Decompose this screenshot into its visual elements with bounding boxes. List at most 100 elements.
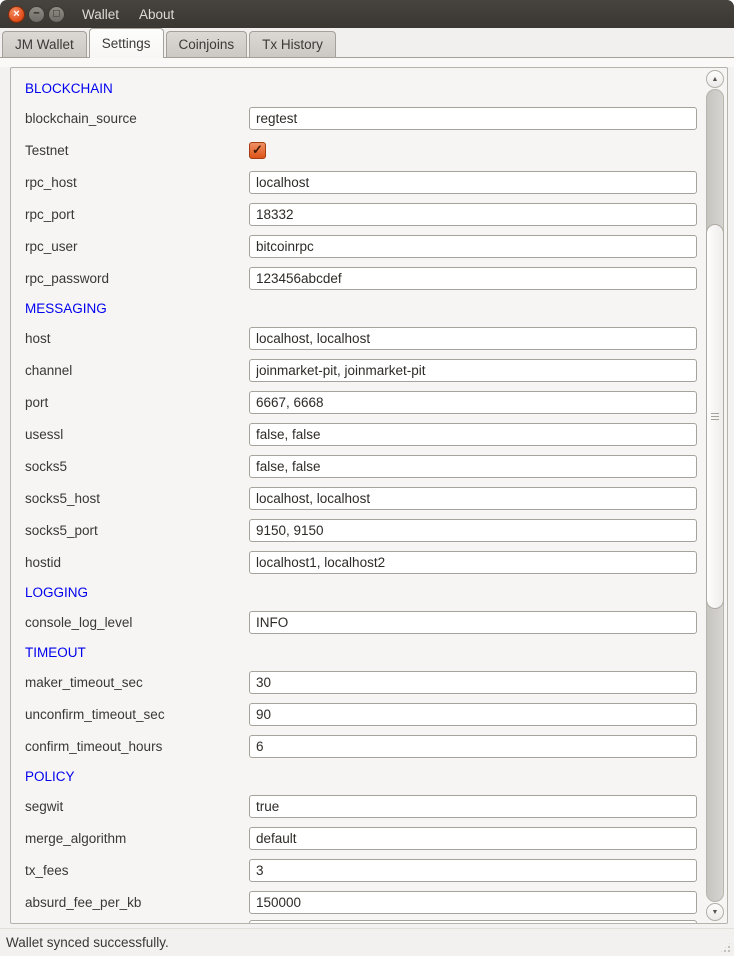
field-row: usessl <box>11 418 727 450</box>
field-row: merge_algorithm <box>11 822 727 854</box>
testnet-checkbox[interactable]: ✓ <box>249 142 266 159</box>
field-input-port[interactable] <box>249 391 697 414</box>
menu-about[interactable]: About <box>139 7 174 22</box>
field-input-usessl[interactable] <box>249 423 697 446</box>
field-input-rpc_user[interactable] <box>249 235 697 258</box>
minimize-button[interactable]: − <box>28 6 45 23</box>
field-row: absurd_fee_per_kb <box>11 886 727 918</box>
field-row: confirm_timeout_hours <box>11 730 727 762</box>
field-row: rpc_password <box>11 262 727 294</box>
app-window: × − □ Wallet About JM WalletSettingsCoin… <box>0 0 734 956</box>
maximize-icon: □ <box>53 8 60 19</box>
resize-grip-icon[interactable] <box>719 941 732 954</box>
field-input[interactable] <box>249 920 697 924</box>
menu-wallet[interactable]: Wallet <box>82 7 119 22</box>
field-label: rpc_port <box>25 207 249 222</box>
field-row: hostid <box>11 546 727 578</box>
tab-jm-wallet[interactable]: JM Wallet <box>2 31 87 57</box>
scroll-up-icon: ▲ <box>712 76 719 83</box>
scrollbar-grip-icon <box>711 416 719 417</box>
field-label: usessl <box>25 427 249 442</box>
tab-coinjoins[interactable]: Coinjoins <box>166 31 248 57</box>
section-header-policy: POLICY <box>11 762 727 790</box>
field-input-rpc_port[interactable] <box>249 203 697 226</box>
settings-scroll-area: BLOCKCHAIN blockchain_source Testnet✓ rpc_h… <box>10 67 728 924</box>
tab-bar: JM WalletSettingsCoinjoinsTx History <box>0 28 734 58</box>
menubar: Wallet About <box>82 7 174 22</box>
field-input-host[interactable] <box>249 327 697 350</box>
field-row: socks5 <box>11 450 727 482</box>
field-label: segwit <box>25 799 249 814</box>
field-row: Testnet✓ <box>11 134 727 166</box>
field-input-rpc_host[interactable] <box>249 171 697 194</box>
field-label: rpc_host <box>25 175 249 190</box>
field-input-socks5_port[interactable] <box>249 519 697 542</box>
field-input-channel[interactable] <box>249 359 697 382</box>
field-input-rpc_password[interactable] <box>249 267 697 290</box>
field-row: rpc_host <box>11 166 727 198</box>
field-label: rpc_user <box>25 239 249 254</box>
titlebar: × − □ Wallet About <box>0 0 734 28</box>
field-row: channel <box>11 354 727 386</box>
field-input-absurd_fee_per_kb[interactable] <box>249 891 697 914</box>
scrollbar-handle[interactable] <box>706 224 724 609</box>
field-label: absurd_fee_per_kb <box>25 895 249 910</box>
close-icon: × <box>13 9 19 20</box>
field-label: Testnet <box>25 143 249 158</box>
field-label: unconfirm_timeout_sec <box>25 707 249 722</box>
field-input-unconfirm_timeout_sec[interactable] <box>249 703 697 726</box>
field-label: blockchain_source <box>25 111 249 126</box>
field-row: blockchain_source <box>11 102 727 134</box>
field-input-confirm_timeout_hours[interactable] <box>249 735 697 758</box>
field-row: host <box>11 322 727 354</box>
field-input-tx_fees[interactable] <box>249 859 697 882</box>
maximize-button[interactable]: □ <box>48 6 65 23</box>
checkmark-icon: ✓ <box>252 142 263 158</box>
scrollbar-track[interactable] <box>706 89 724 902</box>
close-button[interactable]: × <box>8 6 25 23</box>
field-row: tx_fees <box>11 854 727 886</box>
tab-settings[interactable]: Settings <box>89 28 164 58</box>
field-label: rpc_password <box>25 271 249 286</box>
field-row: segwit <box>11 790 727 822</box>
field-row <box>11 918 727 924</box>
field-label: confirm_timeout_hours <box>25 739 249 754</box>
status-text: Wallet synced successfully. <box>6 935 169 950</box>
scroll-up-button[interactable]: ▲ <box>706 70 724 88</box>
section-header-blockchain: BLOCKCHAIN <box>11 74 727 102</box>
field-input-maker_timeout_sec[interactable] <box>249 671 697 694</box>
field-input-hostid[interactable] <box>249 551 697 574</box>
field-label: socks5_port <box>25 523 249 538</box>
minimize-icon: − <box>33 8 39 19</box>
field-row: socks5_host <box>11 482 727 514</box>
status-bar: Wallet synced successfully. <box>0 928 734 956</box>
field-input-segwit[interactable] <box>249 795 697 818</box>
field-input-blockchain_source[interactable] <box>249 107 697 130</box>
field-label: merge_algorithm <box>25 831 249 846</box>
section-header-timeout: TIMEOUT <box>11 638 727 666</box>
field-label: console_log_level <box>25 615 249 630</box>
field-row: maker_timeout_sec <box>11 666 727 698</box>
field-input-merge_algorithm[interactable] <box>249 827 697 850</box>
tab-tx-history[interactable]: Tx History <box>249 31 336 57</box>
section-header-messaging: MESSAGING <box>11 294 727 322</box>
section-header-logging: LOGGING <box>11 578 727 606</box>
pane-highlight-strip <box>0 58 734 67</box>
field-row: console_log_level <box>11 606 727 638</box>
field-input-socks5[interactable] <box>249 455 697 478</box>
field-input-socks5_host[interactable] <box>249 487 697 510</box>
settings-form: BLOCKCHAIN blockchain_source Testnet✓ rpc_h… <box>11 68 727 924</box>
field-row: unconfirm_timeout_sec <box>11 698 727 730</box>
scroll-down-icon: ▼ <box>712 909 719 916</box>
field-label: port <box>25 395 249 410</box>
field-label: host <box>25 331 249 346</box>
tab-pane: BLOCKCHAIN blockchain_source Testnet✓ rpc_h… <box>0 58 734 928</box>
field-row: socks5_port <box>11 514 727 546</box>
scroll-down-button[interactable]: ▼ <box>706 903 724 921</box>
field-input-console_log_level[interactable] <box>249 611 697 634</box>
field-label: tx_fees <box>25 863 249 878</box>
vertical-scrollbar[interactable]: ▲ ▼ <box>706 70 724 921</box>
field-label: hostid <box>25 555 249 570</box>
field-label: socks5_host <box>25 491 249 506</box>
field-row: rpc_user <box>11 230 727 262</box>
